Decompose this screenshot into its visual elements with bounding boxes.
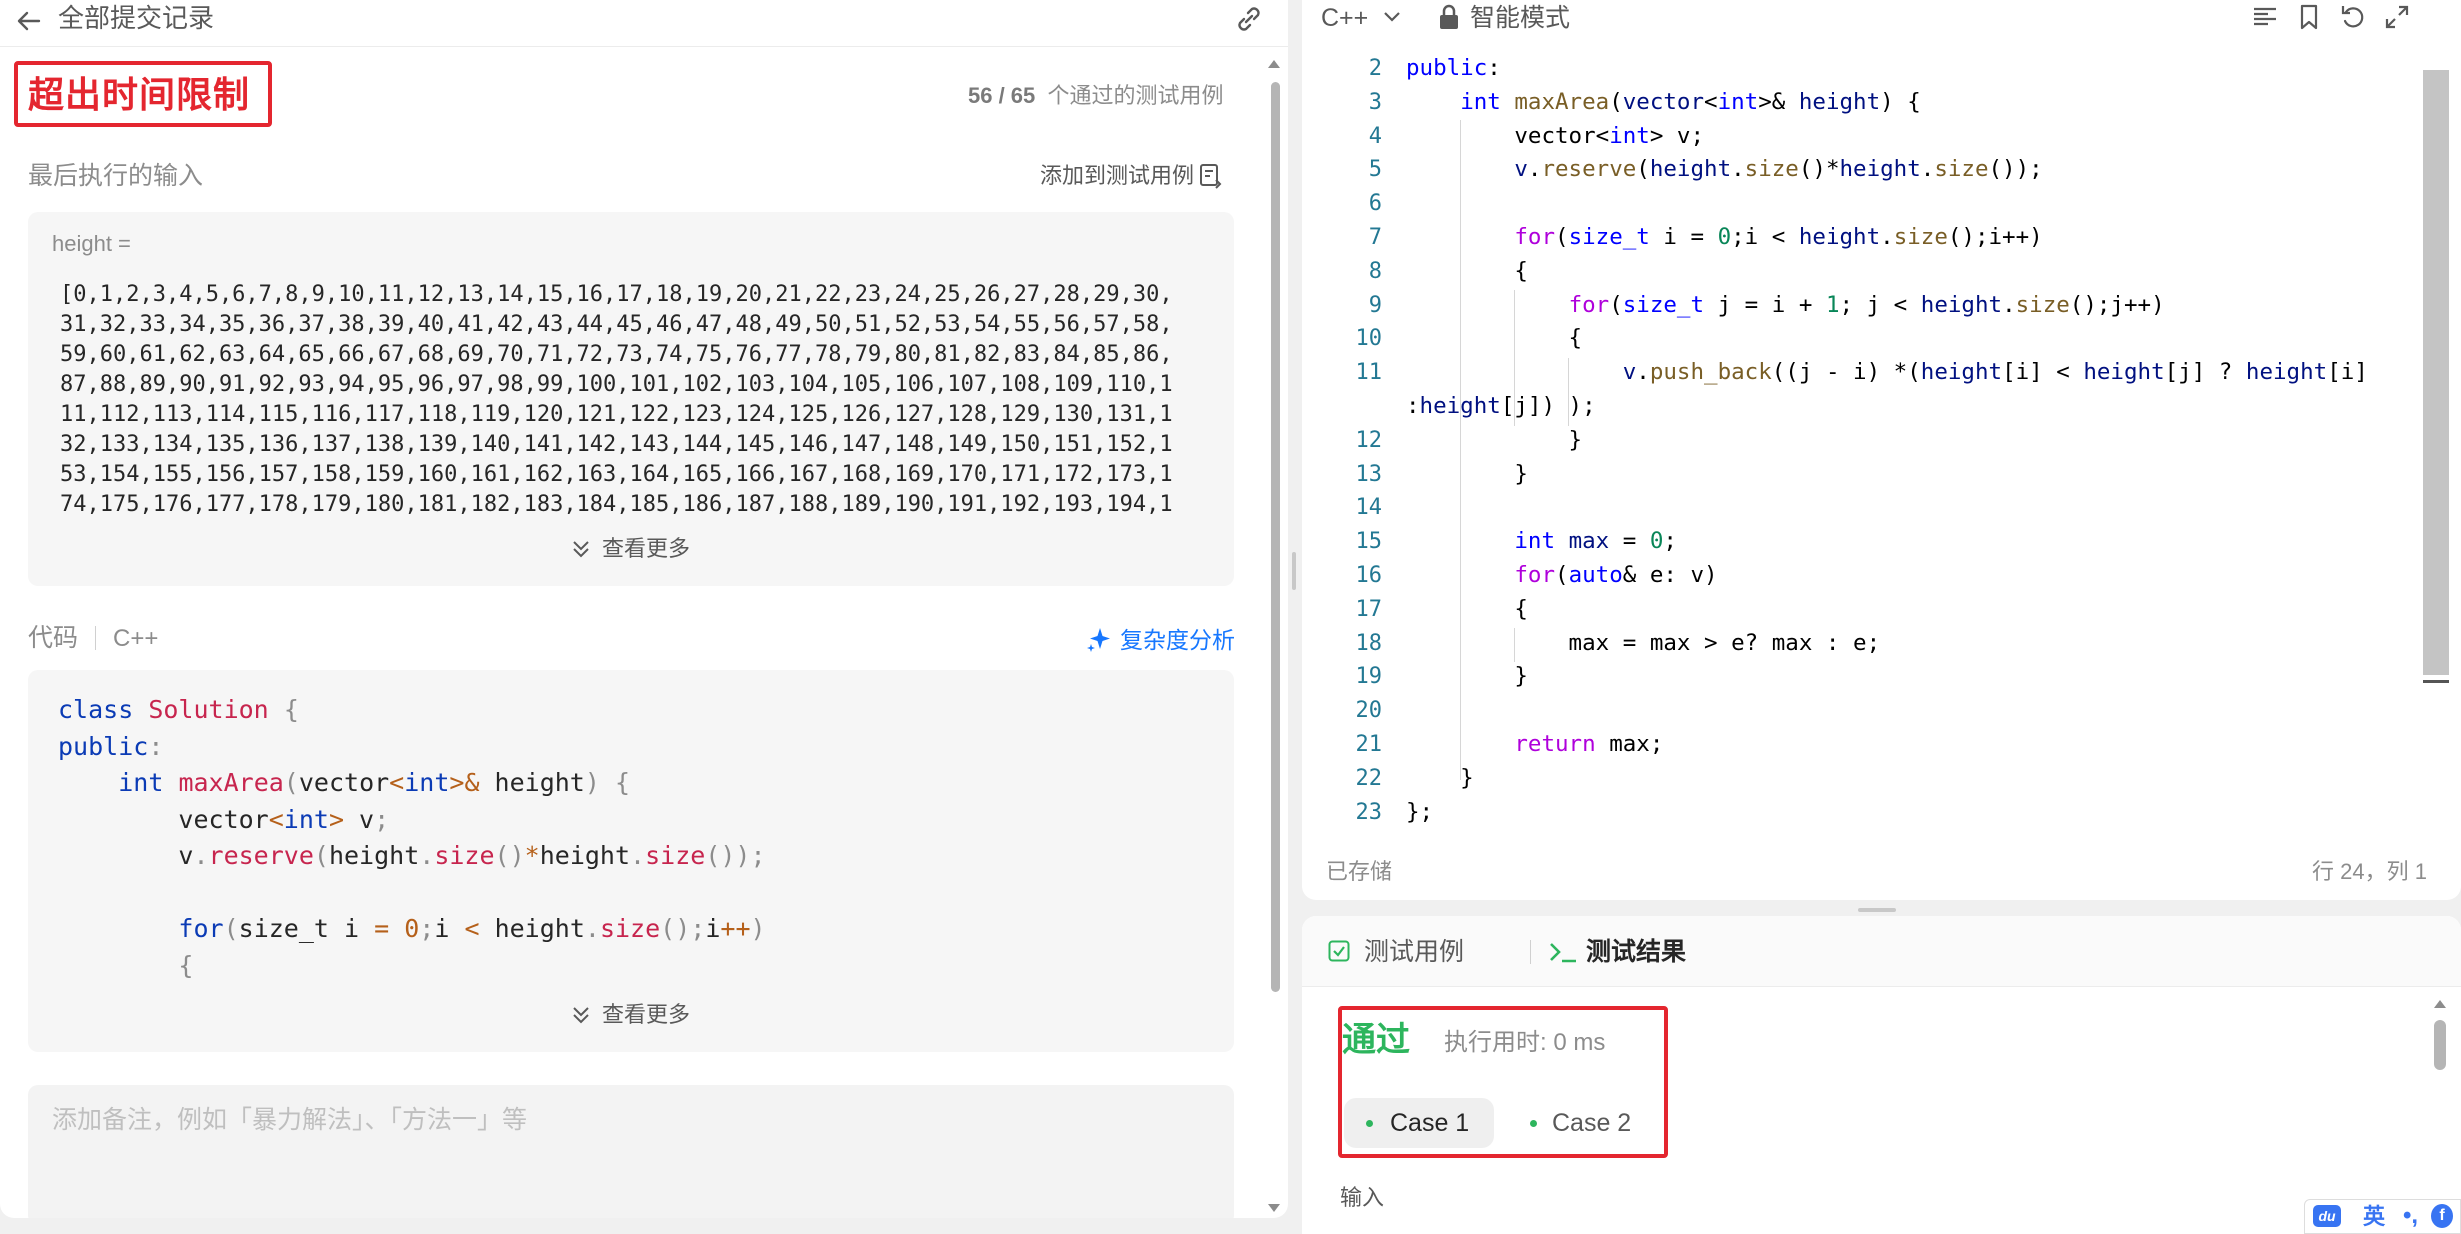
submission-detail-panel: 全部提交记录 超出时间限制 56 / 65 个通过的测试用例 最后执行的输入 添… [0, 0, 1288, 1218]
runtime-text: 执行用时: 0 ms [1444, 1029, 1606, 1056]
code-editor[interactable]: public: int maxArea(vector<int>& height)… [1406, 52, 2368, 829]
code-label: 代码 [28, 624, 79, 652]
terminal-icon [1550, 943, 1576, 963]
tab-test-result[interactable]: 测试结果 [1586, 936, 1686, 968]
ime-toolbar: du 英 •, f [2304, 1199, 2461, 1234]
left-scrollbar-thumb[interactable] [1271, 82, 1280, 992]
all-submissions-link[interactable]: 全部提交记录 [58, 1, 214, 35]
cursor-position: 行 24，列 1 [2312, 859, 2427, 884]
complexity-analysis-button[interactable]: 复杂度分析 [1120, 626, 1235, 654]
save-status: 已存储 [1326, 859, 1393, 884]
editor-toolbar: C++ 智能模式 [1302, 0, 2461, 40]
input-label: 输入 [1340, 1185, 1385, 1210]
sparkle-icon[interactable] [1086, 626, 1112, 652]
code-see-more-button[interactable]: 查看更多 [602, 1001, 690, 1029]
test-result-panel: 测试用例 测试结果 通过 执行用时: 0 ms Case 1 Case 2 输入 [1302, 916, 2461, 1234]
format-icon[interactable] [2250, 2, 2280, 32]
chevrons-down-icon [573, 541, 589, 558]
ime-language-toggle[interactable]: 英 [2363, 1203, 2385, 1231]
smart-mode-toggle[interactable]: 智能模式 [1470, 2, 1570, 34]
tab-testcase[interactable]: 测试用例 [1364, 936, 1464, 968]
note-placeholder: 添加备注，例如「暴力解法」、「方法一」等 [52, 1106, 528, 1134]
language-select[interactable]: C++ [1321, 2, 1368, 34]
verdict-accepted: 通过 [1342, 1021, 1410, 1059]
scroll-up-arrow-icon[interactable] [2434, 1000, 2446, 1008]
pass-dot-icon [1530, 1120, 1537, 1127]
case-1-tab[interactable]: Case 1 [1344, 1098, 1494, 1148]
ime-more-icon[interactable]: f [2431, 1204, 2453, 1228]
chevron-down-icon[interactable] [1383, 10, 1401, 24]
pass-dot-icon [1366, 1120, 1373, 1127]
bookmark-icon[interactable] [2294, 2, 2324, 32]
case-2-tab[interactable]: Case 2 [1514, 1098, 1654, 1148]
case-1-label: Case 1 [1390, 1109, 1470, 1137]
vertical-splitter-handle[interactable] [1292, 552, 1296, 590]
scroll-up-arrow-icon[interactable] [1268, 60, 1280, 68]
divider [95, 626, 96, 650]
code-editor-panel: C++ 智能模式 2 3 4 5 6 7 8 9 10 11 12 13 14 … [1302, 0, 2461, 900]
code-language: C++ [113, 625, 159, 652]
submitted-code: class Solution { public: int maxArea(vec… [58, 695, 766, 980]
reset-icon[interactable] [2338, 2, 2368, 32]
submission-header: 全部提交记录 [0, 0, 1288, 47]
lock-icon [1440, 4, 1458, 29]
checkbox-check-icon [1328, 940, 1350, 962]
add-to-testcase-button[interactable]: 添加到测试用例 [1040, 162, 1194, 190]
case-2-label: Case 2 [1552, 1109, 1632, 1137]
passed-testcases-count: 56 / 65 个通过的测试用例 [968, 83, 1224, 108]
submission-status: 超出时间限制 [28, 74, 251, 115]
chevrons-down-icon [573, 1007, 589, 1024]
result-scrollbar-thumb[interactable] [2434, 1020, 2446, 1070]
share-link-icon[interactable] [1232, 2, 1266, 36]
add-testcase-icon[interactable] [1198, 162, 1224, 190]
ime-logo[interactable]: du [2313, 1205, 2341, 1227]
input-see-more-button[interactable]: 查看更多 [602, 535, 690, 563]
line-numbers: 2 3 4 5 6 7 8 9 10 11 12 13 14 15 16 17 … [1355, 56, 1383, 825]
result-tabbar: 测试用例 测试结果 [1302, 916, 2461, 987]
param-value: [0,1,2,3,4,5,6,7,8,9,10,11,12,13,14,15,1… [60, 282, 1173, 517]
editor-scrollbar-thumb[interactable] [2423, 70, 2449, 675]
ime-punctuation-toggle[interactable]: •, [2403, 1202, 2418, 1230]
back-arrow-icon[interactable] [14, 6, 44, 36]
last-input-label: 最后执行的输入 [28, 162, 204, 190]
editor-scrollbar-cursor-mark [2423, 680, 2449, 683]
param-name: height = [52, 231, 131, 256]
scroll-down-arrow-icon[interactable] [1268, 1204, 1280, 1212]
fullscreen-icon[interactable] [2382, 2, 2412, 32]
horizontal-splitter-handle[interactable] [1858, 908, 1896, 912]
divider [1530, 940, 1531, 964]
